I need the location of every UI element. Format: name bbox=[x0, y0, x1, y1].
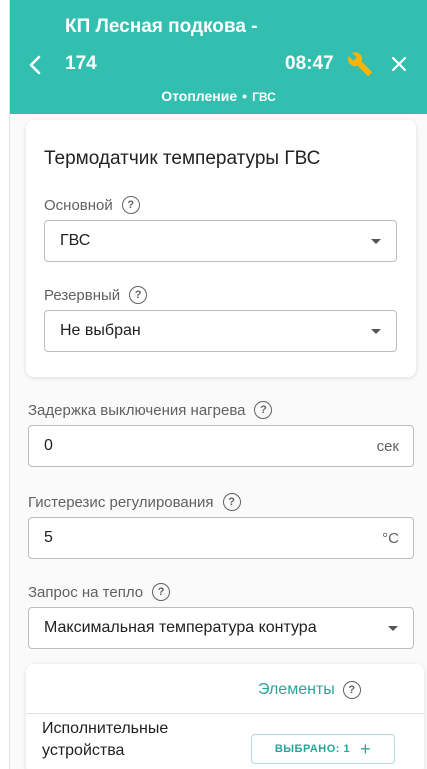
back-button[interactable] bbox=[22, 52, 48, 78]
hysteresis-value: 5 bbox=[44, 529, 53, 546]
heat-request-label: Запрос на тепло ? bbox=[28, 583, 171, 601]
help-icon[interactable]: ? bbox=[342, 681, 361, 699]
breadcrumb-current: ГВС bbox=[252, 90, 276, 104]
help-icon[interactable]: ? bbox=[254, 401, 273, 419]
header-bar: КП Лесная подкова - 174 08:47 Отопление •… bbox=[10, 0, 427, 114]
page: КП Лесная подкова - 174 08:47 Отопление •… bbox=[10, 0, 427, 769]
primary-sensor-label-text: Основной bbox=[44, 196, 113, 214]
heat-request-value: Максимальная температура контура bbox=[44, 619, 317, 636]
hysteresis-label-text: Гистерезис регулирования bbox=[28, 493, 214, 511]
object-title: КП Лесная подкова - bbox=[65, 16, 258, 37]
dropdown-arrow-icon bbox=[371, 329, 381, 334]
close-icon bbox=[391, 56, 407, 72]
dropdown-arrow-icon bbox=[388, 626, 398, 631]
heat-request-select[interactable]: Максимальная температура контура bbox=[28, 607, 414, 649]
hysteresis-unit: °C bbox=[382, 530, 399, 547]
elements-link-text: Элементы bbox=[258, 681, 335, 698]
elements-link[interactable]: Элементы ? bbox=[258, 681, 361, 699]
close-button[interactable] bbox=[386, 51, 412, 77]
dropdown-arrow-icon bbox=[371, 239, 381, 244]
heat-request-label-text: Запрос на тепло bbox=[28, 583, 144, 601]
sensor-card-title: Термодатчик температуры ГВС bbox=[44, 148, 321, 169]
left-rail bbox=[0, 0, 10, 769]
breadcrumb-separator: • bbox=[242, 88, 248, 104]
heating-delay-value: 0 bbox=[44, 437, 53, 454]
backup-sensor-select[interactable]: Не выбран bbox=[44, 310, 397, 352]
hysteresis-input[interactable]: 5 °C bbox=[28, 517, 414, 559]
backup-sensor-value: Не выбран bbox=[60, 322, 141, 339]
primary-sensor-label: Основной ? bbox=[44, 196, 140, 214]
clock-time: 08:47 bbox=[285, 53, 334, 74]
settings-button[interactable] bbox=[345, 49, 375, 79]
backup-sensor-label-text: Резервный bbox=[44, 286, 121, 304]
heating-delay-label: Задержка выключения нагрева ? bbox=[28, 401, 273, 419]
selected-count: ВЫБРАНО: 1 bbox=[274, 743, 351, 755]
heating-delay-label-text: Задержка выключения нагрева bbox=[28, 401, 246, 419]
heating-delay-unit: сек bbox=[376, 438, 399, 455]
plus-icon: + bbox=[360, 738, 372, 759]
object-number: 174 bbox=[65, 53, 97, 74]
divider bbox=[26, 713, 424, 714]
heating-delay-input[interactable]: 0 сек bbox=[28, 425, 414, 467]
help-icon[interactable]: ? bbox=[121, 196, 140, 214]
sensor-card: Термодатчик температуры ГВС Основной ? Г… bbox=[26, 120, 416, 377]
hysteresis-label: Гистерезис регулирования ? bbox=[28, 493, 241, 511]
help-icon[interactable]: ? bbox=[222, 493, 241, 511]
breadcrumb-parent[interactable]: Отопление bbox=[161, 88, 237, 104]
actuators-label: Исполнительные устройства bbox=[42, 720, 169, 759]
selected-devices-button[interactable]: ВЫБРАНО: 1 + bbox=[251, 734, 395, 764]
primary-sensor-select[interactable]: ГВС bbox=[44, 220, 397, 262]
help-icon[interactable]: ? bbox=[129, 286, 148, 304]
wrench-icon bbox=[348, 52, 372, 76]
primary-sensor-value: ГВС bbox=[60, 232, 91, 249]
chevron-left-icon bbox=[29, 55, 41, 75]
elements-card: Элементы ? Исполнительные устройства ВЫБ… bbox=[26, 664, 424, 769]
breadcrumb: Отопление • ГВС bbox=[10, 88, 427, 104]
help-icon[interactable]: ? bbox=[152, 583, 171, 601]
backup-sensor-label: Резервный ? bbox=[44, 286, 148, 304]
